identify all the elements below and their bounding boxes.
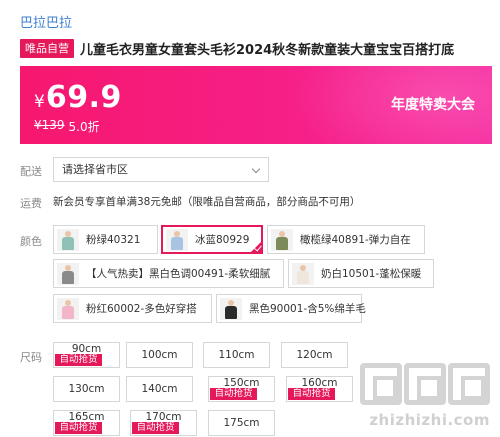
current-price: ¥ 69.9 [34,80,122,115]
auto-grab-tag: 自动抢货 [132,422,179,434]
color-thumbnail [292,262,314,285]
size-option-label: 130cm [68,383,105,395]
color-option-label: 奶白10501-蓬松保暖 [321,268,422,280]
size-label: 尺码 [20,351,42,364]
auto-grab-tag: 自动抢货 [55,354,102,366]
auto-grab-tag: 自动抢货 [55,422,102,434]
color-option[interactable]: 粉红60002-多色好穿搭 [53,294,212,323]
region-select[interactable]: 请选择省市区 [53,157,269,182]
store-name-link[interactable]: 巴拉巴拉 [20,12,72,31]
color-option[interactable]: 粉绿40321 [53,225,158,254]
color-thumbnail [166,228,188,251]
color-option-label: 黑色90001-含5%绵羊毛 [249,303,366,315]
size-option[interactable]: 100cm [126,342,193,368]
size-option[interactable]: 130cm [53,376,120,402]
size-option-label: 100cm [141,349,178,361]
color-option-label: 粉红60002-多色好穿搭 [86,303,197,315]
region-select-value: 请选择省市区 [62,163,128,176]
promo-event-label: 年度特卖大会 [391,97,475,113]
product-title: 儿童毛衣男童女童套头毛衫2024秋冬新款童装大童宝宝百搭打底 [80,42,455,58]
color-option[interactable]: 奶白10501-蓬松保暖 [288,259,434,288]
watermark-text: zhizhizhi.com [369,411,490,429]
size-option[interactable]: 165cm 自动抢货 [53,410,120,436]
color-label: 颜色 [20,235,42,248]
color-option-label: 【人气热卖】黑白色调00491-柔软细腻 [86,268,271,280]
size-option-label: 140cm [141,383,178,395]
product-title-row: 唯品自营 儿童毛衣男童女童套头毛衫2024秋冬新款童装大童宝宝百搭打底 [20,37,492,59]
delivery-label: 配送 [20,165,42,178]
size-option[interactable]: 120cm [281,342,348,368]
size-option-label: 110cm [218,349,255,361]
color-thumbnail [57,262,79,285]
color-option[interactable]: 橄榄绿40891-弹力自在 [267,225,425,254]
shipping-info: 新会员专享首单满38元免邮（限唯品自营商品，部分商品不可用） [53,196,361,208]
auto-grab-tag: 自动抢货 [210,388,257,400]
original-price: ¥139 [34,118,65,132]
size-option[interactable]: 160cm 自动抢货 [286,376,353,402]
color-option-label: 橄榄绿40891-弹力自在 [300,234,411,246]
discount-label: 5.0折 [68,120,100,134]
price-value: 69.9 [45,80,122,115]
shipping-label: 运费 [20,197,42,210]
self-operated-badge: 唯品自营 [20,38,74,58]
site-watermark: zhizhizhi.com [350,363,490,433]
size-option-label: 120cm [296,349,333,361]
watermark-logo [360,363,490,405]
color-thumbnail [220,297,242,320]
size-option[interactable]: 90cm 自动抢货 [53,342,120,368]
size-option[interactable]: 150cm 自动抢货 [208,376,275,402]
size-option-label: 175cm [223,417,260,429]
size-option[interactable]: 170cm 自动抢货 [130,410,197,436]
price-banner: ¥ 69.9 ¥139 5.0折 年度特卖大会 [20,66,492,144]
color-option[interactable]: 黑色90001-含5%绵羊毛 [216,294,366,323]
color-option-label: 粉绿40321 [86,234,141,246]
auto-grab-tag: 自动抢货 [288,388,335,400]
color-thumbnail [271,228,293,251]
size-option[interactable]: 110cm [203,342,270,368]
chevron-down-icon [251,164,261,174]
color-thumbnail [57,297,79,320]
color-thumbnail [57,228,79,251]
original-price-line: ¥139 5.0折 [34,118,100,135]
color-option[interactable]: 【人气热卖】黑白色调00491-柔软细腻 [53,259,284,288]
size-option[interactable]: 140cm [126,376,193,402]
color-option-selected[interactable]: 冰蓝80929 [161,225,263,254]
size-option[interactable]: 175cm [208,410,275,436]
currency-symbol: ¥ [34,92,45,112]
color-option-label: 冰蓝80929 [195,234,250,246]
